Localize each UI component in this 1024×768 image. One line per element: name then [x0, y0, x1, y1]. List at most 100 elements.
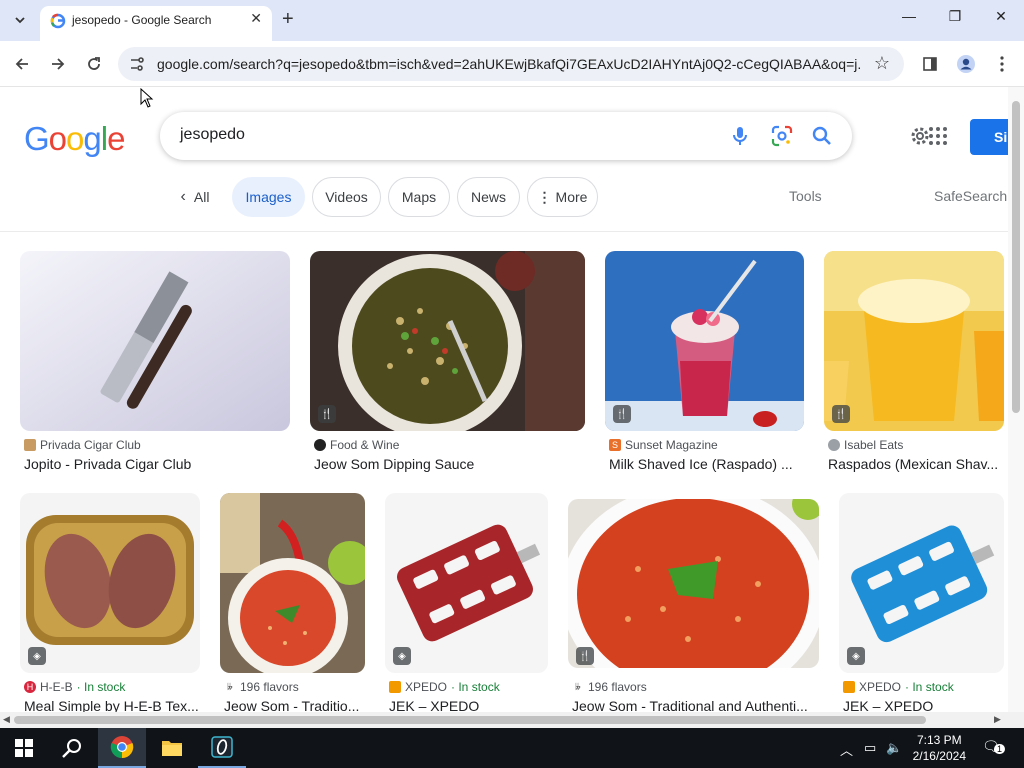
result-thumbnail[interactable]: 🍴 — [605, 251, 804, 431]
result-title[interactable]: Meal Simple by H-E-B Tex... — [24, 698, 200, 712]
google-lens-icon[interactable] — [770, 124, 794, 148]
result-source: H H-E-B · In stock — [24, 680, 125, 694]
volume-icon[interactable]: 🔈 — [886, 740, 902, 756]
chevron-down-icon — [15, 17, 25, 24]
app-icon — [211, 736, 233, 758]
tab-search-button[interactable] — [8, 8, 32, 32]
tray-chevron-up-icon[interactable]: ︿ — [840, 740, 853, 759]
result-thumbnail[interactable]: ◈ — [839, 493, 1004, 673]
more-vertical-icon: ⋮ — [537, 188, 552, 205]
source-favicon-icon: 𝄫 — [572, 681, 584, 693]
taskbar-clock[interactable]: 7:13 PM 2/16/2024 — [913, 732, 966, 764]
search-box[interactable]: jesopedo — [160, 112, 852, 160]
network-icon[interactable]: ▭ — [864, 740, 876, 756]
taskbar-search-button[interactable] — [48, 728, 96, 768]
tab-strip: jesopedo - Google Search ✕ + — ❐ ✕ — [0, 0, 1024, 41]
scrollbar-thumb[interactable] — [1012, 101, 1020, 413]
google-favicon-icon — [50, 13, 66, 29]
result-source: 𝄫 196 flavors — [572, 680, 647, 694]
result-title[interactable]: JEK – XPEDO — [389, 698, 548, 712]
close-window-button[interactable]: ✕ — [986, 8, 1016, 25]
google-header: Google jesopedo Si ‹ All Images Videos M… — [0, 87, 1024, 232]
recipe-icon: 🍴 — [576, 647, 594, 665]
chrome-menu-button[interactable] — [991, 53, 1013, 75]
result-thumbnail[interactable] — [20, 251, 290, 431]
result-thumbnail[interactable] — [220, 493, 365, 673]
search-query[interactable]: jesopedo — [180, 126, 245, 144]
result-title[interactable]: Jeow Som - Traditio... — [224, 698, 365, 712]
horizontal-scrollbar[interactable]: ◀ ▶ — [0, 712, 1024, 728]
shopping-tag-icon: ◈ — [393, 647, 411, 665]
scroll-right-arrow-icon[interactable]: ▶ — [994, 714, 1001, 725]
source-favicon-icon: H — [24, 681, 36, 693]
tab-images[interactable]: Images — [232, 177, 305, 217]
folder-icon — [162, 741, 182, 756]
result-title[interactable]: Jeow Som - Traditional and Authenti... — [572, 698, 819, 712]
side-panel-button[interactable] — [919, 53, 941, 75]
side-panel-icon — [923, 57, 937, 71]
source-favicon-icon — [24, 439, 36, 451]
tab-all[interactable]: ‹ All — [168, 177, 222, 217]
image-results-grid: Privada Cigar Club Jopito - Privada Ciga… — [0, 232, 1008, 712]
tab-videos[interactable]: Videos — [312, 177, 381, 217]
taskbar-chrome[interactable] — [98, 728, 146, 768]
result-source: Food & Wine — [314, 438, 399, 452]
result-source: Isabel Eats — [828, 438, 903, 452]
result-thumbnail[interactable]: 🍴 — [824, 251, 1004, 431]
tools-button[interactable]: Tools — [789, 188, 822, 204]
google-apps-grid-icon[interactable] — [928, 126, 948, 146]
result-thumbnail[interactable]: ◈ — [385, 493, 548, 673]
tab-maps[interactable]: Maps — [388, 177, 450, 217]
result-title[interactable]: Jopito - Privada Cigar Club — [24, 456, 290, 472]
reload-icon — [88, 57, 100, 70]
windows-taskbar: ︿ ▭ 🔈 7:13 PM 2/16/2024 🗨 1 — [0, 728, 1024, 768]
search-icon[interactable] — [810, 124, 834, 148]
scrollbar-thumb[interactable] — [14, 716, 926, 724]
url-text[interactable]: google.com/search?q=jesopedo&tbm=isch&ve… — [157, 56, 862, 72]
result-title[interactable]: Raspados (Mexican Shav... — [828, 456, 1004, 472]
tab-title: jesopedo - Google Search — [72, 13, 212, 27]
notification-center-button[interactable]: 🗨 1 — [982, 738, 1006, 758]
tab-images-label: Images — [245, 189, 292, 205]
google-logo[interactable]: Google — [24, 120, 125, 158]
forward-button[interactable] — [45, 51, 71, 77]
minimize-button[interactable]: — — [894, 8, 924, 24]
scroll-left-arrow-icon[interactable]: ◀ — [3, 714, 10, 725]
result-title[interactable]: JEK – XPEDO — [843, 698, 1004, 712]
result-title[interactable]: Jeow Som Dipping Sauce — [314, 456, 585, 472]
taskbar-app[interactable] — [198, 728, 246, 768]
result-thumbnail[interactable]: 🍴 — [310, 251, 585, 431]
tab-google-search[interactable]: jesopedo - Google Search ✕ — [40, 6, 272, 41]
result-thumbnail[interactable]: ◈ — [20, 493, 200, 673]
site-info-icon[interactable] — [128, 55, 146, 73]
new-tab-button[interactable]: + — [282, 9, 294, 29]
start-button[interactable] — [0, 728, 48, 768]
bookmark-star-icon[interactable]: ☆ — [874, 53, 890, 74]
restore-button[interactable]: ❐ — [940, 8, 970, 25]
tab-more[interactable]: ⋮ More — [527, 177, 598, 217]
result-thumbnail[interactable]: 🍴 — [568, 499, 819, 668]
microphone-icon[interactable] — [728, 124, 752, 148]
mouse-cursor-icon — [140, 88, 154, 108]
result-title[interactable]: Milk Shaved Ice (Raspado) ... — [609, 456, 804, 472]
recipe-icon: 🍴 — [318, 405, 336, 423]
search-filter-bar: ‹ All Images Videos Maps News ⋮ More Too… — [0, 177, 1008, 217]
notification-count: 1 — [994, 744, 1006, 754]
source-favicon-icon: S — [609, 439, 621, 451]
recipe-icon: 🍴 — [832, 405, 850, 423]
safesearch-button[interactable]: SafeSearch — [934, 188, 1007, 204]
taskbar-file-explorer[interactable] — [148, 728, 196, 768]
result-source: 𝄫 196 flavors — [224, 680, 299, 694]
chevron-left-icon: ‹ — [180, 188, 186, 205]
kebab-menu-icon — [1000, 56, 1004, 72]
shopping-tag-icon: ◈ — [847, 647, 865, 665]
profile-button[interactable] — [955, 53, 977, 75]
vertical-scrollbar[interactable] — [1008, 87, 1024, 712]
tab-news[interactable]: News — [457, 177, 520, 217]
shopping-tag-icon: ◈ — [28, 647, 46, 665]
close-tab-icon[interactable]: ✕ — [250, 10, 262, 27]
reload-button[interactable] — [81, 51, 107, 77]
source-favicon-icon — [314, 439, 326, 451]
back-button[interactable] — [9, 51, 35, 77]
address-bar[interactable]: google.com/search?q=jesopedo&tbm=isch&ve… — [118, 47, 904, 81]
